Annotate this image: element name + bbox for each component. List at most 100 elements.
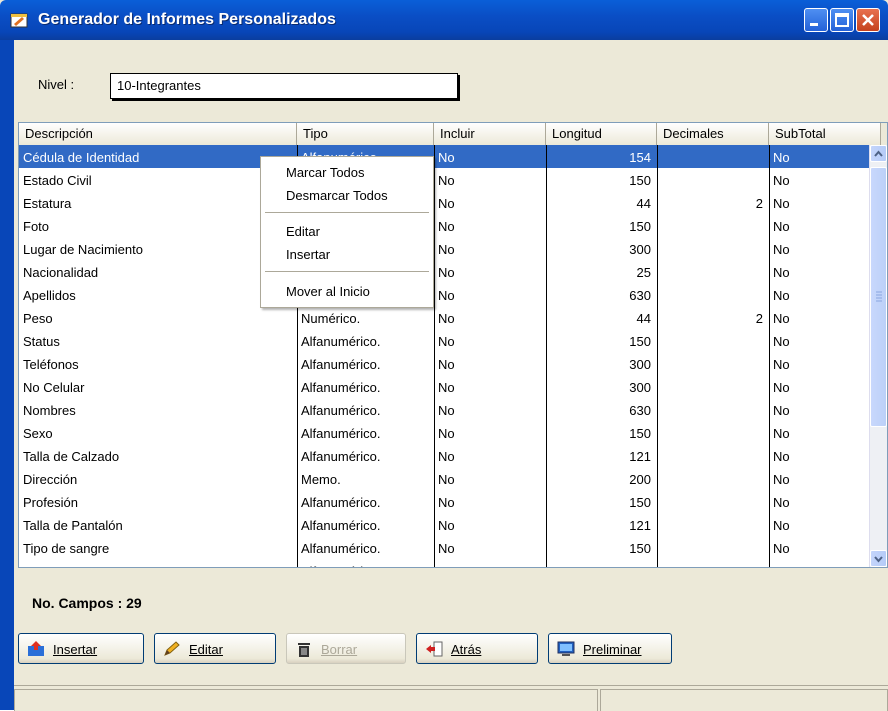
table-cell[interactable]: Nombres xyxy=(19,398,297,421)
table-cell[interactable]: 150 xyxy=(546,421,657,444)
table-cell[interactable] xyxy=(657,145,769,168)
table-cell[interactable]: 2 xyxy=(657,306,769,329)
table-cell[interactable]: No xyxy=(769,168,873,191)
table-row[interactable]: Talla de Calzado Alfanumérico. No 121 No xyxy=(19,444,873,467)
scroll-thumb[interactable] xyxy=(870,167,887,427)
table-cell[interactable]: Alfanumérico. xyxy=(297,559,434,567)
table-cell[interactable] xyxy=(657,467,769,490)
table-cell[interactable]: No xyxy=(769,421,873,444)
table-cell[interactable]: No xyxy=(769,490,873,513)
table-cell[interactable] xyxy=(657,375,769,398)
atras-button[interactable]: Atrás xyxy=(416,633,538,664)
insertar-button[interactable]: Insertar xyxy=(18,633,144,664)
minimize-button[interactable] xyxy=(804,8,828,32)
table-cell[interactable]: 25 xyxy=(546,260,657,283)
table-cell[interactable]: No xyxy=(434,421,546,444)
table-cell[interactable]: No xyxy=(434,444,546,467)
table-cell[interactable]: Numérico. xyxy=(297,306,434,329)
borrar-button[interactable]: Borrar xyxy=(286,633,406,664)
table-cell[interactable]: No xyxy=(769,260,873,283)
table-cell[interactable]: 630 xyxy=(546,283,657,306)
table-cell[interactable] xyxy=(657,513,769,536)
table-cell[interactable]: Peso xyxy=(19,306,297,329)
table-cell[interactable]: No xyxy=(769,237,873,260)
table-cell[interactable]: No xyxy=(769,191,873,214)
maximize-button[interactable] xyxy=(830,8,854,32)
table-cell[interactable]: No xyxy=(434,283,546,306)
table-row[interactable]: Dirección Memo. No 200 No xyxy=(19,467,873,490)
table-row[interactable]: Teléfonos Alfanumérico. No 300 No xyxy=(19,352,873,375)
table-cell[interactable]: No Celular xyxy=(19,375,297,398)
table-cell[interactable] xyxy=(657,559,769,567)
table-cell[interactable]: 300 xyxy=(546,375,657,398)
table-cell[interactable] xyxy=(657,214,769,237)
table-cell[interactable]: Cédula de Identidad xyxy=(19,145,297,168)
column-header-longitud[interactable]: Longitud xyxy=(546,123,657,145)
vertical-scrollbar[interactable] xyxy=(869,145,887,567)
table-cell[interactable]: No xyxy=(434,375,546,398)
table-row[interactable]: Nombres Alfanumérico. No 630 No xyxy=(19,398,873,421)
table-cell[interactable] xyxy=(657,444,769,467)
nivel-field[interactable]: 10-Integrantes xyxy=(110,73,458,99)
table-cell[interactable]: No xyxy=(769,444,873,467)
table-cell[interactable]: Memo. xyxy=(297,467,434,490)
table-cell[interactable] xyxy=(657,421,769,444)
table-cell[interactable] xyxy=(657,490,769,513)
table-row[interactable]: Talla de Pantalón Alfanumérico. No 121 No xyxy=(19,513,873,536)
table-cell[interactable]: 200 xyxy=(546,467,657,490)
table-cell[interactable]: 300 xyxy=(546,237,657,260)
table-row[interactable]: Foto No 150 No xyxy=(19,214,873,237)
table-cell[interactable]: 150 xyxy=(546,536,657,559)
table-cell[interactable]: Alfanumérico. xyxy=(297,421,434,444)
table-cell[interactable]: No xyxy=(769,375,873,398)
column-header-incluir[interactable]: Incluir xyxy=(434,123,546,145)
table-row[interactable]: Cédula de IdentidadAlfanumérico.No154No xyxy=(19,145,873,168)
table-cell[interactable]: 300 xyxy=(546,352,657,375)
table-cell[interactable] xyxy=(657,398,769,421)
menu-item-mover-al-inicio[interactable]: Mover al Inicio xyxy=(261,280,433,302)
table-cell[interactable]: No xyxy=(769,559,873,567)
table-cell[interactable] xyxy=(657,283,769,306)
menu-item-insertar[interactable]: Insertar xyxy=(261,243,433,265)
table-cell[interactable]: 630 xyxy=(546,398,657,421)
fields-grid[interactable]: Descripción Tipo Incluir Longitud Decima… xyxy=(18,122,888,568)
table-cell[interactable] xyxy=(657,536,769,559)
table-cell[interactable]: 154 xyxy=(546,145,657,168)
table-cell[interactable]: No xyxy=(434,191,546,214)
table-cell[interactable]: Estatura xyxy=(19,191,297,214)
table-cell[interactable]: No xyxy=(434,559,546,567)
column-header-tipo[interactable]: Tipo xyxy=(297,123,434,145)
table-cell[interactable]: No xyxy=(769,306,873,329)
table-cell[interactable] xyxy=(657,352,769,375)
column-header-subtotal[interactable]: SubTotal xyxy=(769,123,881,145)
table-cell[interactable]: 150 xyxy=(546,214,657,237)
table-cell[interactable]: No xyxy=(434,490,546,513)
table-cell[interactable]: No xyxy=(769,214,873,237)
table-cell[interactable]: Tipo de sangre xyxy=(19,536,297,559)
table-cell[interactable]: No xyxy=(769,513,873,536)
table-cell[interactable]: Alfanumérico. xyxy=(297,536,434,559)
table-cell[interactable]: Alfanumérico. xyxy=(297,352,434,375)
scroll-up-button[interactable] xyxy=(870,145,887,162)
table-cell[interactable]: No xyxy=(434,214,546,237)
table-row[interactable]: Lugar de Nacimiento No 300 No xyxy=(19,237,873,260)
table-cell[interactable]: 150 xyxy=(546,329,657,352)
table-cell[interactable]: 150 xyxy=(546,168,657,191)
column-header-decimales[interactable]: Decimales xyxy=(657,123,769,145)
preliminar-button[interactable]: Preliminar xyxy=(548,633,672,664)
table-cell[interactable]: 2 xyxy=(657,191,769,214)
table-row[interactable]: Estado Civil No 150 No xyxy=(19,168,873,191)
table-cell[interactable]: Foto xyxy=(19,214,297,237)
table-cell[interactable]: No xyxy=(434,168,546,191)
table-row[interactable]: CargoAlfanumérico.No150No xyxy=(19,559,873,567)
table-cell[interactable]: Estado Civil xyxy=(19,168,297,191)
close-button[interactable] xyxy=(856,8,880,32)
table-cell[interactable]: Apellidos xyxy=(19,283,297,306)
table-cell[interactable]: No xyxy=(434,398,546,421)
table-cell[interactable]: Alfanumérico. xyxy=(297,444,434,467)
table-cell[interactable]: No xyxy=(434,329,546,352)
menu-item-marcar-todos[interactable]: Marcar Todos xyxy=(261,161,433,183)
menu-item-editar[interactable]: Editar xyxy=(261,220,433,242)
menu-item-desmarcar-todos[interactable]: Desmarcar Todos xyxy=(261,184,433,206)
title-bar[interactable]: Generador de Informes Personalizados xyxy=(0,0,888,40)
